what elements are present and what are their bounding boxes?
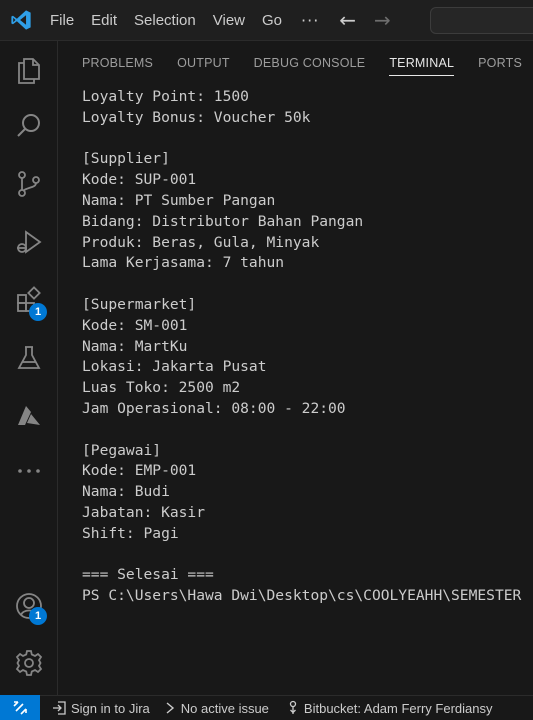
- testing-icon[interactable]: [14, 343, 44, 373]
- extensions-badge: 1: [29, 303, 47, 321]
- terminal-line: Loyalty Bonus: Voucher 50k: [82, 108, 311, 126]
- terminal-line: Produk: Beras, Gula, Minyak: [82, 233, 320, 251]
- terminal-line: Jam Operasional: 08:00 - 22:00: [82, 399, 346, 417]
- tab-ports[interactable]: PORTS: [478, 41, 522, 85]
- terminal-line: Kode: EMP-001: [82, 462, 197, 480]
- status-bar: Sign in to Jira No active issue Bitbucke…: [0, 695, 533, 720]
- chevron-right-icon: [166, 702, 174, 714]
- remote-icon: [13, 700, 27, 715]
- run-debug-icon[interactable]: [14, 227, 44, 257]
- terminal-line: Shift: Pagi: [82, 524, 179, 542]
- more-views-icon[interactable]: [14, 456, 44, 486]
- settings-gear-icon[interactable]: [14, 648, 44, 678]
- terminal-line: Kode: SUP-001: [82, 171, 197, 189]
- jira-label: Sign in to Jira: [71, 700, 150, 716]
- search-icon[interactable]: [14, 111, 44, 141]
- explorer-icon[interactable]: [14, 55, 44, 85]
- terminal-line: Lokasi: Jakarta Pusat: [82, 358, 267, 376]
- bitbucket-icon: [289, 700, 297, 714]
- terminal-line: [Supermarket]: [82, 295, 197, 313]
- bitbucket-status[interactable]: Bitbucket: Adam Ferry Ferdiansy: [287, 700, 493, 716]
- bitbucket-label: Bitbucket: Adam Ferry Ferdiansy: [303, 700, 493, 716]
- menu-file[interactable]: File: [50, 0, 74, 41]
- panel-tab-bar: PROBLEMS OUTPUT DEBUG CONSOLE TERMINAL P…: [58, 41, 533, 85]
- jira-sign-in[interactable]: Sign in to Jira: [52, 701, 150, 716]
- activity-bar: 1 1: [0, 41, 58, 695]
- terminal-line: [Supplier]: [82, 150, 170, 168]
- terminal-panel[interactable]: Loyalty Point: 1500 Loyalty Bonus: Vouche…: [58, 85, 533, 695]
- menu-selection[interactable]: Selection: [134, 0, 196, 41]
- terminal-line: Luas Toko: 2500 m2: [82, 379, 241, 397]
- terminal-line: Jabatan: Kasir: [82, 503, 206, 521]
- terminal-line: PS C:\Users\Hawa Dwi\Desktop\cs\COOLYEAH…: [82, 587, 522, 605]
- command-center-search[interactable]: [430, 7, 533, 34]
- terminal-line: [Pegawai]: [82, 441, 162, 459]
- terminal-line: Nama: Budi: [82, 483, 170, 501]
- tab-terminal[interactable]: TERMINAL: [389, 41, 454, 85]
- menu-more-icon[interactable]: ···: [301, 11, 319, 30]
- tab-problems[interactable]: PROBLEMS: [82, 41, 153, 85]
- terminal-line: Lama Kerjasama: 7 tahun: [82, 254, 285, 272]
- terminal-line: Nama: PT Sumber Pangan: [82, 191, 276, 209]
- terminal-line: Bidang: Distributor Bahan Pangan: [82, 212, 364, 230]
- tab-output[interactable]: OUTPUT: [177, 41, 230, 85]
- menu-edit[interactable]: Edit: [91, 0, 117, 41]
- tab-debug-console[interactable]: DEBUG CONSOLE: [254, 41, 366, 85]
- accounts-badge: 1: [29, 607, 47, 625]
- azure-icon[interactable]: [14, 401, 44, 431]
- login-icon: [53, 701, 66, 715]
- terminal-line: Loyalty Point: 1500: [82, 88, 249, 105]
- menu-view[interactable]: View: [213, 0, 245, 41]
- menu-go[interactable]: Go: [262, 0, 282, 41]
- terminal-line: Kode: SM-001: [82, 316, 188, 334]
- title-bar: File Edit Selection View Go ··· ← →: [0, 0, 533, 41]
- terminal-line: === Selesai ===: [82, 566, 214, 584]
- vscode-logo-icon[interactable]: [10, 9, 32, 31]
- terminal-output: Loyalty Point: 1500 Loyalty Bonus: Vouche…: [82, 87, 533, 607]
- source-control-icon[interactable]: [14, 169, 44, 199]
- issue-label: No active issue: [180, 700, 269, 716]
- back-arrow-icon[interactable]: ←: [339, 8, 356, 32]
- forward-arrow-icon[interactable]: →: [374, 8, 391, 32]
- terminal-line: Nama: MartKu: [82, 337, 188, 355]
- active-issue[interactable]: No active issue: [164, 701, 269, 716]
- remote-indicator-button[interactable]: [0, 695, 40, 720]
